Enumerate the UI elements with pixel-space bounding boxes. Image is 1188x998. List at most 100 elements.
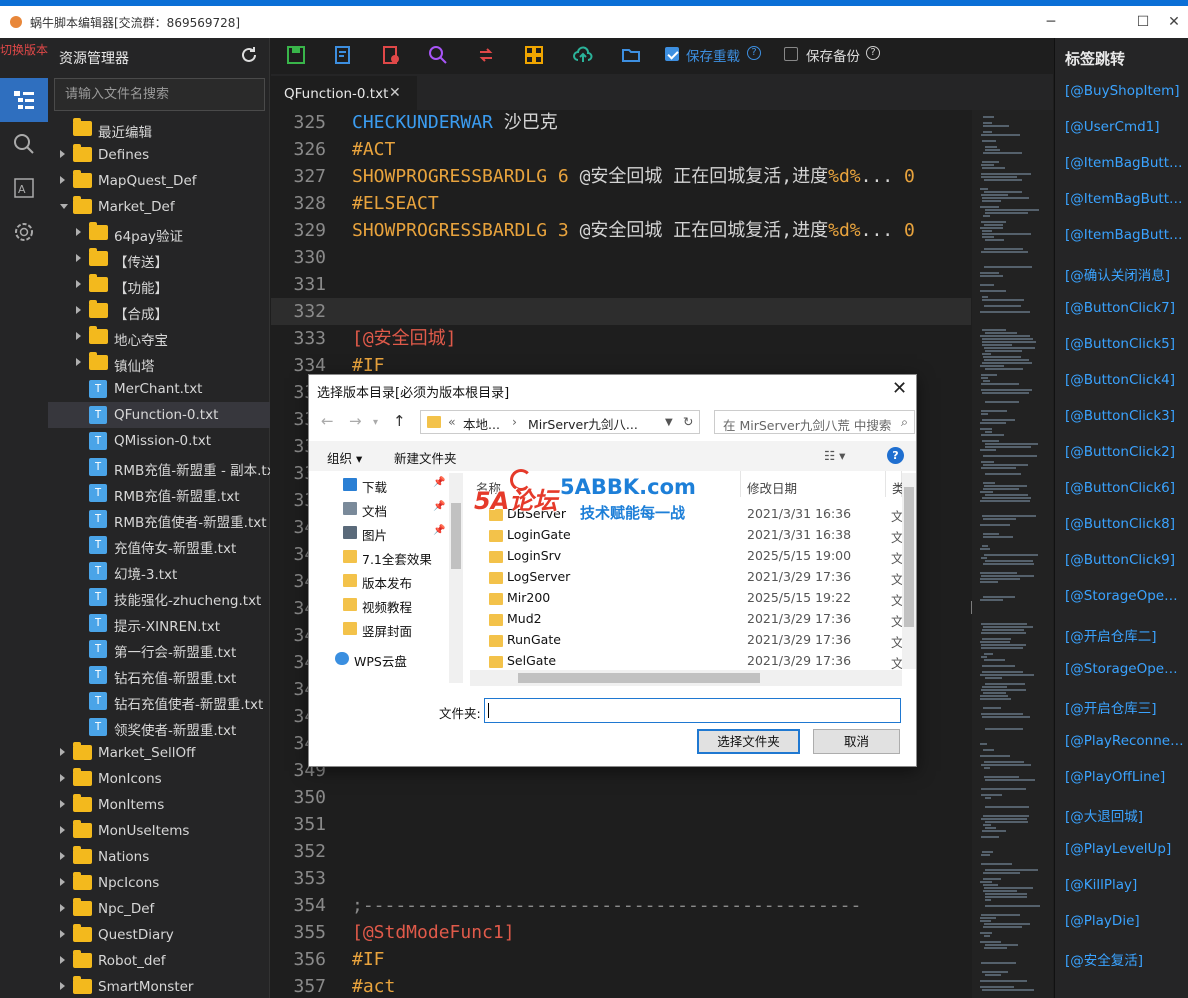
label-jump-item[interactable]: [@PlayLevelUp] [1065,841,1185,857]
nav-pane-item[interactable]: 竖屏封面 [309,617,449,641]
column-header-date[interactable]: 修改日期 [741,471,886,497]
nav-pane-item[interactable]: 下载 📌 [309,473,449,497]
search-tab[interactable] [0,122,48,166]
tree-file[interactable]: T QMission-0.txt [48,428,270,454]
label-jump-item[interactable]: [@安全复活] [1065,949,1185,969]
select-folder-button[interactable]: 选择文件夹 [697,729,800,754]
tree-folder[interactable]: 【合成】 [48,298,270,324]
tree-file[interactable]: T RMB充值-新盟重 - 副本.txt [48,454,270,480]
chevron-down-icon[interactable]: ▼ [665,417,673,428]
nav-pane-item[interactable]: 7.1全套效果 [309,545,449,569]
code-line[interactable]: 329 SHOWPROGRESSBARDLG 3 @安全回城 正在回城复活,进度%… [271,217,971,244]
organize-menu[interactable]: 组织 ▾ [327,448,362,467]
chevron-right-icon[interactable] [60,982,65,990]
code-line[interactable]: 354 ;------------------------------------… [271,892,971,919]
chevron-right-icon[interactable] [60,748,65,756]
nav-pane-scrollbar[interactable] [449,473,463,683]
tree-folder[interactable]: MonUseItems [48,818,270,844]
code-line[interactable]: 357 #act [271,973,971,998]
code-line[interactable]: 352 [271,838,971,865]
nav-pane-item[interactable]: 图片 📌 [309,521,449,545]
code-line[interactable]: 353 [271,865,971,892]
tree-folder[interactable]: 【功能】 [48,272,270,298]
tree-folder[interactable]: QuestDiary [48,922,270,948]
tree-folder[interactable]: Market_SellOff [48,740,270,766]
label-jump-item[interactable]: [@确认关闭消息] [1065,264,1185,284]
tree-folder[interactable]: Market_Def [48,194,270,220]
forward-arrow-icon[interactable]: → [349,412,362,430]
chevron-right-icon[interactable] [60,930,65,938]
chevron-down-icon[interactable] [60,204,68,209]
tree-file[interactable]: T 幻境-3.txt [48,558,270,584]
tree-folder[interactable]: 最近编辑 [48,116,270,142]
code-line[interactable]: 328 #ELSEACT [271,190,971,217]
minimize-icon[interactable]: ─ [1028,10,1074,34]
label-jump-item[interactable]: [@大退回城] [1065,805,1185,825]
format-tab[interactable]: A [0,166,48,210]
column-header-type[interactable]: 类 [886,471,902,497]
label-jump-item[interactable]: [@ButtonClick8] [1065,516,1185,532]
chevron-right-icon[interactable] [76,332,81,340]
chevron-right-icon[interactable] [60,774,65,782]
path-segment[interactable]: MirServer九剑八... [528,414,638,433]
tree-file[interactable]: T QFunction-0.txt [48,402,270,428]
pin-icon[interactable]: 📌 [433,477,445,488]
edit-icon[interactable] [333,45,353,65]
code-line[interactable]: 356 #IF [271,946,971,973]
nav-pane-item[interactable]: 视频教程 [309,593,449,617]
tree-folder[interactable]: 64pay验证 [48,220,270,246]
chevron-right-icon[interactable] [60,826,65,834]
code-line[interactable]: 330 [271,244,971,271]
code-line[interactable]: 327 SHOWPROGRESSBARDLG 6 @安全回城 正在回城复活,进度%… [271,163,971,190]
tree-file[interactable]: T RMB充值-新盟重.txt [48,480,270,506]
refresh-icon[interactable] [240,46,258,64]
save-backup-checkbox[interactable] [784,47,798,61]
chevron-right-icon[interactable] [76,358,81,366]
label-jump-item[interactable]: [@StorageOpen2] [1065,661,1185,677]
find-icon[interactable] [428,45,448,65]
chevron-right-icon[interactable] [60,904,65,912]
chevron-right-icon[interactable] [76,306,81,314]
code-line[interactable]: 331 [271,271,971,298]
pin-icon[interactable]: 📌 [433,501,445,512]
code-line[interactable]: 333 [@安全回城] [271,325,971,352]
code-line[interactable]: 326 #ACT [271,136,971,163]
code-line[interactable]: 355 [@StdModeFunc1] [271,919,971,946]
file-search-input[interactable] [54,78,265,111]
code-line[interactable]: 350 [271,784,971,811]
dialog-close-icon[interactable]: ✕ [892,378,907,399]
tree-file[interactable]: T 领奖使者-新盟重.txt [48,714,270,740]
address-bar[interactable]: « 本地... › MirServer九剑八... ▼ ↻ [420,410,700,434]
tree-file[interactable]: T MerChant.txt [48,376,270,402]
back-arrow-icon[interactable]: ← [321,412,334,430]
tree-folder[interactable]: MonItems [48,792,270,818]
explorer-tab[interactable] [0,78,48,122]
cancel-button[interactable]: 取消 [813,729,900,754]
open-folder-icon[interactable] [621,45,641,65]
file-list-row[interactable]: LoginGate 2021/3/31 16:38 文 [470,525,902,546]
file-list-row[interactable]: Mud2 2021/3/29 17:36 文 [470,609,902,630]
tree-file[interactable]: T 第一行会-新盟重.txt [48,636,270,662]
tree-file[interactable]: T RMB充值使者-新盟重.txt [48,506,270,532]
replace-icon[interactable] [476,45,496,65]
minimap[interactable] [972,110,1053,998]
label-jump-item[interactable]: [@ButtonClick9] [1065,552,1185,568]
label-jump-item[interactable]: [@ItemBagButton3] [1065,227,1185,243]
tree-folder[interactable]: 【传送】 [48,246,270,272]
tree-folder[interactable]: Defines [48,142,270,168]
label-jump-item[interactable]: [@UserCmd1] [1065,119,1185,135]
tree-folder[interactable]: Nations [48,844,270,870]
chevron-right-icon[interactable] [60,176,65,184]
file-list-row[interactable]: Mir200 2025/5/15 19:22 文 [470,588,902,609]
chevron-right-icon[interactable] [76,228,81,236]
save-icon[interactable] [286,45,306,65]
code-line[interactable]: 332 [271,298,971,325]
nav-pane-item[interactable]: 版本发布 [309,569,449,593]
tree-folder[interactable]: NpcIcons [48,870,270,896]
tree-folder[interactable]: MapQuest_Def [48,168,270,194]
close-window-icon[interactable]: ✕ [1160,10,1188,34]
label-jump-item[interactable]: [@StorageOpen1] [1065,588,1185,604]
tree-file[interactable]: T 钻石充值-新盟重.txt [48,662,270,688]
tree-file[interactable]: T 提示-XINREN.txt [48,610,270,636]
grid-icon[interactable] [524,45,544,65]
